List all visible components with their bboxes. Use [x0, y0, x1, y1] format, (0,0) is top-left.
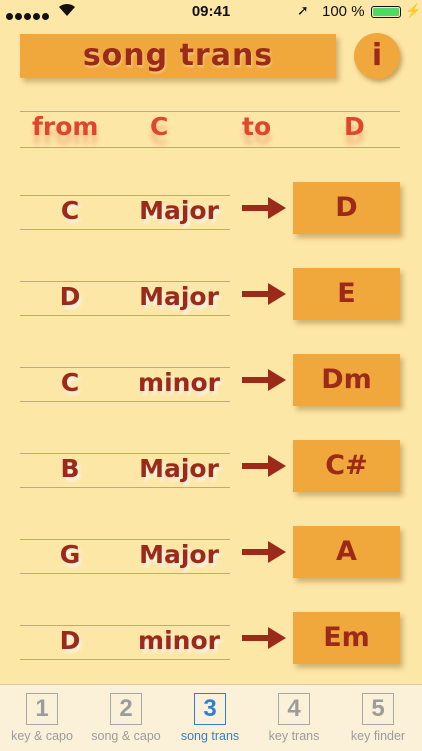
status-bar: 09:41 ➚ 100 % ⚡: [0, 0, 422, 24]
charging-icon: ⚡: [405, 3, 422, 18]
result-chord-button[interactable]: C#: [293, 440, 400, 492]
chord-root-picker[interactable]: G: [40, 540, 100, 569]
chord-root-picker[interactable]: B: [40, 454, 100, 483]
info-button[interactable]: i: [354, 33, 400, 79]
tab-number: 5: [362, 693, 394, 725]
chord-quality-picker[interactable]: Major: [126, 282, 232, 311]
result-chord-button[interactable]: D: [293, 182, 400, 234]
result-chord-button[interactable]: Dm: [293, 354, 400, 406]
chord-quality-picker[interactable]: Major: [126, 196, 232, 225]
tab-label: key finder: [350, 729, 406, 743]
divider: [20, 487, 230, 488]
to-key-picker[interactable]: D: [344, 112, 365, 141]
chord-quality-picker[interactable]: Major: [126, 540, 232, 569]
tab-label: key trans: [268, 729, 320, 743]
chord-quality-picker[interactable]: Major: [126, 454, 232, 483]
divider: [20, 401, 230, 402]
from-key-picker[interactable]: C: [150, 112, 168, 141]
tab-bar: 1 key & capo 2 song & capo 3 song trans …: [0, 684, 422, 751]
tab-song-capo[interactable]: 2 song & capo: [84, 685, 168, 751]
tab-key-trans[interactable]: 4 key trans: [252, 685, 336, 751]
battery-icon: [371, 6, 401, 18]
tab-song-trans[interactable]: 3 song trans: [168, 685, 252, 751]
divider: [20, 659, 230, 660]
chord-quality-picker[interactable]: minor: [126, 368, 232, 397]
chord-root-picker[interactable]: D: [40, 282, 100, 311]
page-title: song trans: [20, 34, 336, 78]
result-chord-button[interactable]: E: [293, 268, 400, 320]
divider: [20, 147, 400, 148]
divider: [20, 229, 230, 230]
tab-number: 2: [110, 693, 142, 725]
chord-root-picker[interactable]: D: [40, 626, 100, 655]
tab-label: song trans: [180, 729, 240, 743]
arrow-right-icon: [242, 283, 286, 305]
tab-number: 3: [194, 693, 226, 725]
chord-root-picker[interactable]: C: [40, 196, 100, 225]
arrow-right-icon: [242, 627, 286, 649]
tab-key-finder[interactable]: 5 key finder: [336, 685, 420, 751]
arrow-right-icon: [242, 455, 286, 477]
tab-label: key & capo: [11, 729, 73, 743]
result-chord-button[interactable]: A: [293, 526, 400, 578]
from-label: from: [32, 112, 99, 141]
tab-key-capo[interactable]: 1 key & capo: [0, 685, 84, 751]
divider: [20, 315, 230, 316]
chord-root-picker[interactable]: C: [40, 368, 100, 397]
arrow-right-icon: [242, 197, 286, 219]
arrow-right-icon: [242, 369, 286, 391]
tab-number: 1: [26, 693, 58, 725]
location-icon: ➚: [297, 2, 309, 18]
result-chord-button[interactable]: Em: [293, 612, 400, 664]
battery-percent: 100 %: [322, 3, 365, 20]
chord-quality-picker[interactable]: minor: [126, 626, 232, 655]
divider: [20, 573, 230, 574]
to-label: to: [242, 112, 272, 141]
arrow-right-icon: [242, 541, 286, 563]
tab-number: 4: [278, 693, 310, 725]
tab-label: song & capo: [91, 729, 161, 743]
